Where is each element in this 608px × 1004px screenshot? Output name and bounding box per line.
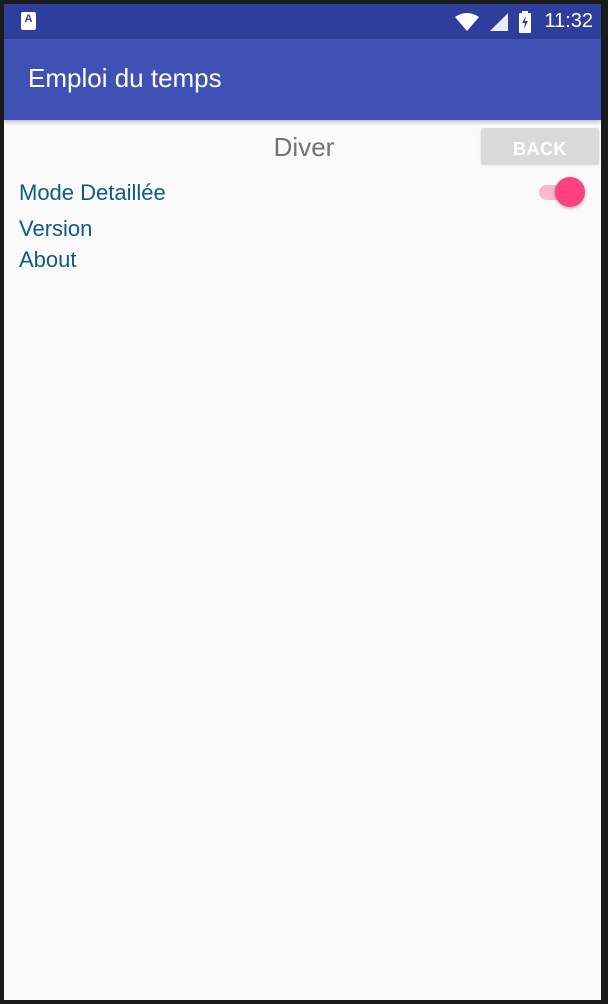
app-title: Emploi du temps xyxy=(28,63,222,93)
settings-screen: A 11:32 Emploi du temps Diver BACK Mode … xyxy=(4,4,601,1000)
status-bar: A 11:32 xyxy=(4,4,601,39)
status-icons: 11:32 xyxy=(454,4,593,39)
switch-thumb xyxy=(555,177,585,207)
version-item[interactable]: Version xyxy=(19,216,92,242)
app-notification-icon: A xyxy=(21,12,36,30)
status-time: 11:32 xyxy=(544,10,593,32)
about-item[interactable]: About xyxy=(19,247,77,273)
wifi-icon xyxy=(455,12,480,31)
mode-detaillee-item[interactable]: Mode Detaillée xyxy=(19,180,166,206)
cellular-signal-icon xyxy=(490,12,509,31)
mode-detaillee-switch[interactable] xyxy=(537,176,587,208)
app-bar: Emploi du temps xyxy=(4,39,601,120)
battery-charging-icon xyxy=(519,10,532,33)
back-button[interactable]: BACK xyxy=(481,128,599,164)
